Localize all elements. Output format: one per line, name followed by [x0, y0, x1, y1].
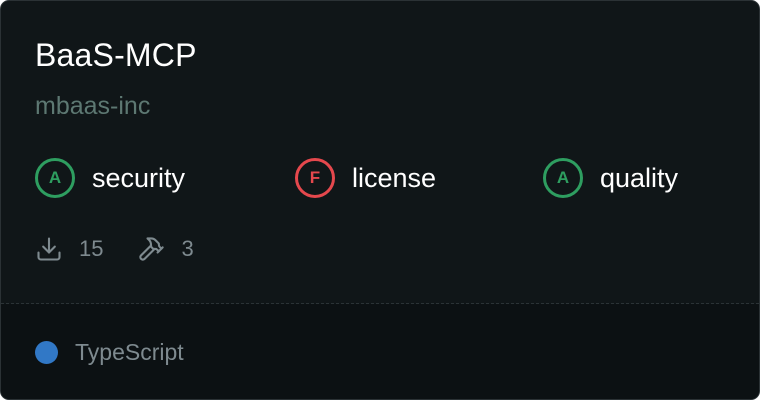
grade-badge: F: [295, 158, 335, 198]
stats-row: 15 3: [35, 233, 194, 265]
download-icon: [35, 235, 63, 263]
grade-license[interactable]: F license: [295, 156, 436, 200]
server-owner[interactable]: mbaas-inc: [35, 89, 150, 123]
grade-label: quality: [600, 162, 679, 193]
grade-label: security: [92, 162, 186, 193]
language-tag: TypeScript: [35, 337, 184, 367]
server-card[interactable]: BaaS-MCP mbaas-inc A security F license …: [0, 0, 760, 400]
grade-label: license: [352, 162, 437, 193]
download-count: 15: [79, 236, 104, 261]
language-color-dot: [35, 340, 58, 364]
tool-count: 3: [181, 236, 194, 261]
grade-badge: A: [35, 158, 75, 198]
grade-quality[interactable]: A quality: [543, 156, 678, 200]
server-title[interactable]: BaaS-MCP: [35, 35, 197, 75]
grade-badge: A: [543, 158, 583, 198]
grade-security[interactable]: A security: [35, 156, 185, 200]
language-name: TypeScript: [75, 338, 184, 365]
hammer-icon: [137, 235, 165, 263]
